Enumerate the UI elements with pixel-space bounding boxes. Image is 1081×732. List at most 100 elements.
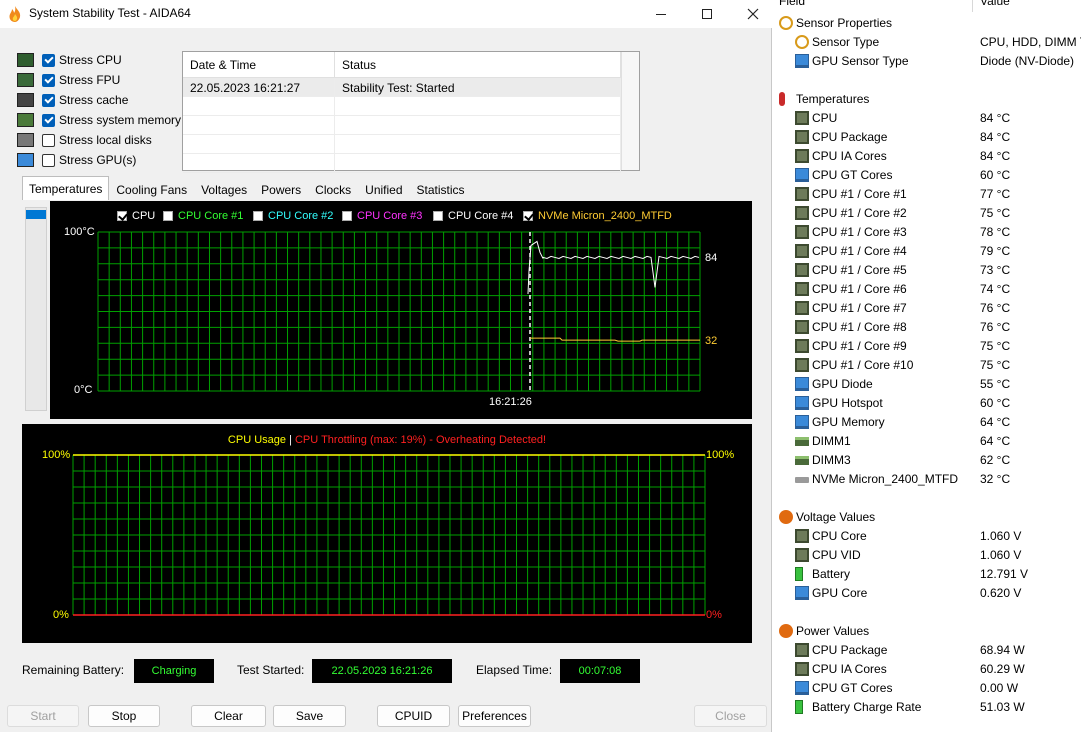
sensor-row[interactable]: CPU #1 / Core #2 75 °C bbox=[773, 204, 1081, 223]
log-header-datetime[interactable]: Date & Time bbox=[183, 52, 335, 77]
sensor-row[interactable]: CPU #1 / Core #9 75 °C bbox=[773, 337, 1081, 356]
stop-button[interactable]: Stop bbox=[88, 705, 160, 727]
legend-item[interactable]: CPU Core #3 bbox=[342, 210, 422, 222]
sensor-row[interactable]: CPU IA Cores 84 °C bbox=[773, 147, 1081, 166]
sensor-row[interactable]: Sensor Type CPU, HDD, DIMM T bbox=[773, 33, 1081, 52]
stress-checkbox[interactable] bbox=[42, 133, 55, 147]
sensor-row[interactable]: DIMM1 64 °C bbox=[773, 432, 1081, 451]
legend-item[interactable]: CPU Core #2 bbox=[253, 210, 333, 222]
sensor-row[interactable]: GPU Sensor Type Diode (NV-Diode) bbox=[773, 52, 1081, 71]
stress-checkbox[interactable] bbox=[42, 73, 55, 87]
tab-statistics[interactable]: Statistics bbox=[410, 178, 472, 200]
sensor-row[interactable]: CPU #1 / Core #4 79 °C bbox=[773, 242, 1081, 261]
sensor-row[interactable]: CPU VID 1.060 V bbox=[773, 546, 1081, 565]
title-bar[interactable]: System Stability Test - AIDA64 bbox=[0, 0, 772, 28]
stress-checkbox[interactable] bbox=[42, 113, 55, 127]
column-divider[interactable] bbox=[972, 0, 973, 12]
sensor-row[interactable]: NVMe Micron_2400_MTFD 32 °C bbox=[773, 470, 1081, 489]
sensor-row[interactable]: CPU #1 / Core #8 76 °C bbox=[773, 318, 1081, 337]
sensor-name: CPU #1 / Core #8 bbox=[812, 320, 907, 334]
start-button[interactable]: Start bbox=[7, 705, 79, 727]
close-button[interactable]: Close bbox=[694, 705, 767, 727]
stress-checkbox[interactable] bbox=[42, 53, 55, 67]
minimize-button[interactable] bbox=[638, 0, 684, 28]
sensor-row[interactable]: CPU #1 / Core #7 76 °C bbox=[773, 299, 1081, 318]
stress-option-row[interactable]: Stress system memory bbox=[17, 111, 181, 129]
log-scrollbar[interactable] bbox=[621, 52, 639, 170]
stress-checkbox[interactable] bbox=[42, 93, 55, 107]
legend-checkbox[interactable] bbox=[253, 211, 263, 221]
monitor-icon bbox=[795, 415, 809, 429]
tab-unified[interactable]: Unified bbox=[358, 178, 409, 200]
cpuid-button[interactable]: CPUID bbox=[377, 705, 450, 727]
sensor-row[interactable]: CPU IA Cores 60.29 W bbox=[773, 660, 1081, 679]
event-log-table[interactable]: Date & Time Status 22.05.2023 16:21:27 S… bbox=[182, 51, 640, 173]
close-window-button[interactable] bbox=[730, 0, 776, 28]
legend-checkbox[interactable] bbox=[433, 211, 443, 221]
sensor-group-header[interactable]: Temperatures bbox=[773, 90, 1081, 109]
sensor-row[interactable]: CPU Package 68.94 W bbox=[773, 641, 1081, 660]
sensor-row[interactable]: CPU 84 °C bbox=[773, 109, 1081, 128]
sensor-row[interactable]: Battery Charge Rate 51.03 W bbox=[773, 698, 1081, 717]
tab-cooling-fans[interactable]: Cooling Fans bbox=[109, 178, 194, 200]
stress-option-label: Stress CPU bbox=[59, 53, 122, 67]
sensor-row[interactable]: GPU Memory 64 °C bbox=[773, 413, 1081, 432]
sensor-group-header[interactable]: Power Values bbox=[773, 622, 1081, 641]
graph-tabs: Temperatures Cooling Fans Voltages Power… bbox=[22, 176, 472, 200]
sensor-row[interactable]: CPU #1 / Core #1 77 °C bbox=[773, 185, 1081, 204]
sensor-row[interactable]: Battery 12.791 V bbox=[773, 565, 1081, 584]
usage-graph-title: CPU Usage | CPU Throttling (max: 19%) - … bbox=[22, 434, 752, 446]
scrollbar-thumb[interactable] bbox=[26, 210, 46, 219]
stress-option-row[interactable]: Stress local disks bbox=[17, 131, 152, 149]
sensor-row[interactable]: CPU #1 / Core #5 73 °C bbox=[773, 261, 1081, 280]
legend-checkbox[interactable] bbox=[342, 211, 352, 221]
sensor-list-scrollbar[interactable] bbox=[25, 207, 47, 411]
legend-checkbox[interactable] bbox=[523, 211, 533, 221]
log-cell-empty bbox=[183, 154, 335, 173]
stress-option-label: Stress FPU bbox=[59, 73, 121, 87]
column-header-value[interactable]: Value bbox=[980, 0, 1010, 8]
stress-option-row[interactable]: Stress GPU(s) bbox=[17, 151, 136, 169]
tab-powers[interactable]: Powers bbox=[254, 178, 308, 200]
legend-item[interactable]: CPU bbox=[117, 210, 155, 222]
chip-icon bbox=[795, 111, 809, 125]
preferences-button[interactable]: Preferences bbox=[458, 705, 531, 727]
battery-icon bbox=[795, 567, 803, 581]
sensor-row[interactable]: GPU Diode 55 °C bbox=[773, 375, 1081, 394]
maximize-button[interactable] bbox=[684, 0, 730, 28]
sensor-row[interactable]: CPU #1 / Core #6 74 °C bbox=[773, 280, 1081, 299]
stress-checkbox[interactable] bbox=[42, 153, 55, 167]
legend-checkbox[interactable] bbox=[163, 211, 173, 221]
column-header-field[interactable]: Field bbox=[779, 0, 805, 8]
legend-item[interactable]: NVMe Micron_2400_MTFD bbox=[523, 210, 672, 222]
legend-item[interactable]: CPU Core #1 bbox=[163, 210, 243, 222]
tab-clocks[interactable]: Clocks bbox=[308, 178, 358, 200]
tab-temperatures[interactable]: Temperatures bbox=[22, 176, 110, 200]
sensor-row[interactable]: CPU #1 / Core #3 78 °C bbox=[773, 223, 1081, 242]
sensor-name: GPU Sensor Type bbox=[812, 54, 909, 68]
elapsed-time-value: 00:07:08 bbox=[560, 659, 640, 683]
log-row[interactable]: 22.05.2023 16:21:27 Stability Test: Star… bbox=[183, 78, 621, 97]
sensor-row[interactable]: CPU #1 / Core #10 75 °C bbox=[773, 356, 1081, 375]
sensor-group-header[interactable]: Sensor Properties bbox=[773, 14, 1081, 33]
sensor-name: CPU #1 / Core #5 bbox=[812, 263, 907, 277]
sensor-row[interactable]: CPU Core 1.060 V bbox=[773, 527, 1081, 546]
legend-checkbox[interactable] bbox=[117, 211, 127, 221]
sensor-group-header[interactable]: Voltage Values bbox=[773, 508, 1081, 527]
stress-option-row[interactable]: Stress CPU bbox=[17, 51, 122, 69]
sensor-row[interactable]: GPU Hotspot 60 °C bbox=[773, 394, 1081, 413]
sensor-row[interactable]: CPU Package 84 °C bbox=[773, 128, 1081, 147]
sensor-row[interactable]: GPU Core 0.620 V bbox=[773, 584, 1081, 603]
legend-item[interactable]: CPU Core #4 bbox=[433, 210, 513, 222]
stress-option-row[interactable]: Stress cache bbox=[17, 91, 128, 109]
sensor-row[interactable]: CPU GT Cores 60 °C bbox=[773, 166, 1081, 185]
clear-button[interactable]: Clear bbox=[191, 705, 266, 727]
stress-option-row[interactable]: Stress FPU bbox=[17, 71, 120, 89]
sensor-name: GPU Core bbox=[812, 586, 868, 600]
tab-voltages[interactable]: Voltages bbox=[194, 178, 254, 200]
sensor-row[interactable]: CPU GT Cores 0.00 W bbox=[773, 679, 1081, 698]
save-button[interactable]: Save bbox=[273, 705, 346, 727]
cpu-usage-graph bbox=[22, 424, 752, 643]
log-header-status[interactable]: Status bbox=[335, 52, 621, 77]
sensor-row[interactable]: DIMM3 62 °C bbox=[773, 451, 1081, 470]
